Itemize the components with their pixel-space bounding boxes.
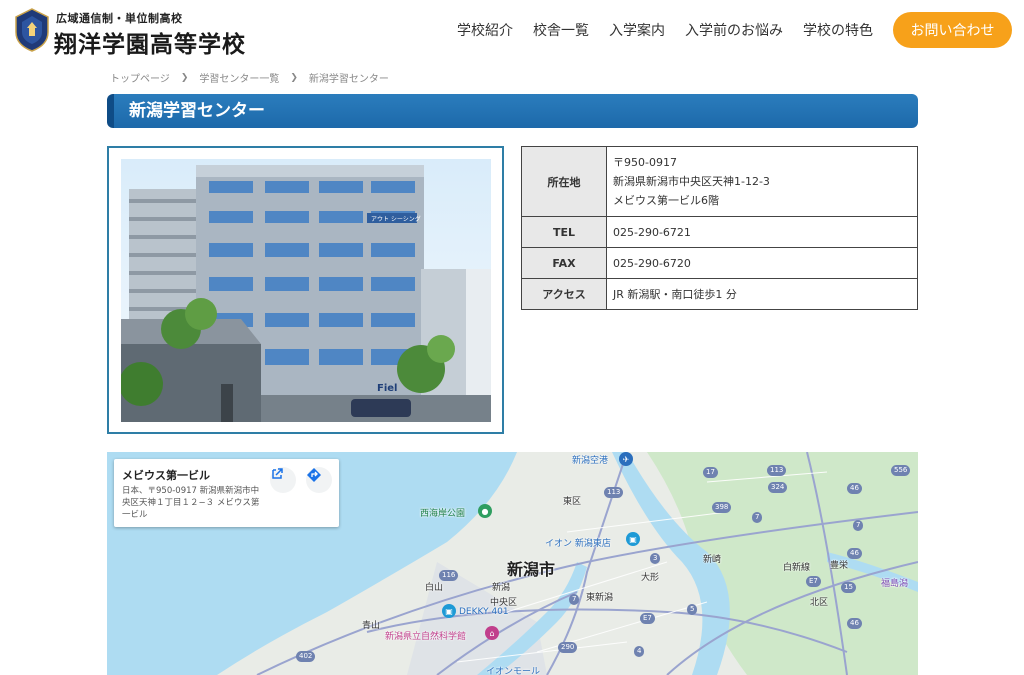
nav-school-intro[interactable]: 学校紹介 [457,20,513,40]
open-in-maps-button[interactable] [270,467,296,493]
building-photo-frame: アウト シーシング Fiel [107,146,504,434]
map-label-higashi-ku: 東区 [563,497,582,507]
place-address: 日本、〒950-0917 新潟県新潟市中央区天神１丁目１２−３ メビウス第一ビル [122,486,260,520]
center-info-table: 所在地 〒950-0917 新潟県新潟市中央区天神1-12-3 メビウス第一ビル… [521,146,918,310]
logo-school-name: 翔洋学園高等学校 [54,32,246,58]
map-label-ogata: 大形 [641,573,660,583]
map-label-higashi-niigata: 東新潟 [586,593,614,603]
map-label-aoyama: 青山 [362,621,381,631]
map-label-niigata-city: 新潟市 [507,560,556,579]
map-label-niizaki: 新崎 [703,555,722,565]
route-shield: 113 [604,487,624,498]
access-label: アクセス [521,278,607,310]
building-sign-text: アウト シーシング [371,215,421,223]
route-shield: 46 [847,618,862,629]
nav-campus-list[interactable]: 校舎一覧 [533,20,589,40]
school-logo[interactable]: 広域通信制・単位制高校 翔洋学園高等学校 [12,6,252,58]
route-shield: E7 [640,613,655,624]
table-row-fax: FAX 025-290-6720 [521,247,918,279]
directions-button[interactable] [306,467,332,493]
site-header: 広域通信制・単位制高校 翔洋学園高等学校 学校紹介 校舎一覧 入学案内 入学前の… [0,0,1024,62]
fax-value: 025-290-6720 [606,247,918,279]
map-label-hakusan: 白山 [425,583,444,593]
table-row-access: アクセス JR 新潟駅・南口徒歩1 分 [521,278,918,310]
route-shield: 290 [558,642,578,653]
store-sign-text: Fiel [377,383,397,394]
address-label: 所在地 [521,146,607,217]
google-map[interactable]: メビウス第一ビル 日本、〒950-0917 新潟県新潟市中央区天神１丁目１２−３… [107,452,918,675]
route-shield: 113 [767,465,787,476]
chevron-right-icon: ❯ [290,72,298,83]
contact-button[interactable]: お問い合わせ [893,12,1012,48]
map-label-airport: 新潟空港 [572,456,609,466]
route-shield: 556 [891,465,911,476]
map-label-dekky401: DEKKY 401 [459,607,509,617]
map-label-aeon-mall: イオンモール [486,667,541,675]
building-photo: アウト シーシング Fiel [121,159,491,422]
breadcrumb-current: 新潟学習センター [308,74,389,85]
route-shield: 17 [703,467,718,478]
table-row-tel: TEL 025-290-6721 [521,216,918,248]
route-shield: 324 [768,482,788,493]
map-label-toyosaka: 豊栄 [830,561,849,571]
address-line: 新潟県新潟市中央区天神1-12-3 [613,175,770,188]
museum-icon: ⌂ [485,626,499,640]
nav-admission[interactable]: 入学案内 [609,20,665,40]
route-shield: 46 [847,548,862,559]
table-row-address: 所在地 〒950-0917 新潟県新潟市中央区天神1-12-3 メビウス第一ビル… [521,146,918,217]
map-label-kita-ku: 北区 [810,598,829,608]
postal-code: 〒950-0917 [613,156,677,169]
school-emblem-icon [15,8,49,52]
place-name: メビウス第一ビル [122,469,210,482]
route-shield: 15 [841,582,856,593]
tel-value[interactable]: 025-290-6721 [606,216,918,248]
nav-features[interactable]: 学校の特色 [803,20,873,40]
airport-icon: ✈ [619,452,633,466]
directions-icon [307,468,321,482]
map-label-aeon-higashi: イオン 新潟東店 [545,539,611,549]
building-name: メビウス第一ビル6階 [613,194,719,207]
park-icon: ● [478,504,492,518]
breadcrumb-center-list[interactable]: 学習センター一覧 [199,70,279,85]
breadcrumb: トップページ ❯ 学習センター一覧 ❯ 新潟学習センター [110,70,389,86]
tel-label: TEL [521,216,607,248]
nav-pre-enroll-concerns[interactable]: 入学前のお悩み [685,20,783,40]
fax-label: FAX [521,247,607,279]
map-label-shirashin-line: 白新線 [783,563,811,573]
route-shield: 402 [296,651,316,662]
external-link-icon [272,468,283,479]
page-title: 新潟学習センター [107,94,918,128]
map-label-nishikaigan-park: 西海岸公園 [420,509,466,519]
place-info-card: メビウス第一ビル 日本、〒950-0917 新潟県新潟市中央区天神１丁目１２−３… [114,459,339,527]
logo-subtitle: 広域通信制・単位制高校 [56,12,183,25]
shopping-icon: ▣ [626,532,640,546]
map-label-science-museum: 新潟県立自然科学館 [385,632,467,642]
access-value: JR 新潟駅・南口徒歩1 分 [606,278,918,310]
map-label-fukushimagata: 福島潟 [881,579,909,589]
breadcrumb-home[interactable]: トップページ [110,70,170,85]
route-shield: 398 [712,502,732,513]
main-nav: 学校紹介 校舎一覧 入学案内 入学前のお悩み 学校の特色 お問い合わせ [457,12,1012,48]
route-shield: E7 [806,576,821,587]
route-shield: 46 [847,483,862,494]
shopping-icon: ▣ [442,604,456,618]
address-value: 〒950-0917 新潟県新潟市中央区天神1-12-3 メビウス第一ビル6階 [606,146,918,217]
route-shield: 116 [439,570,459,581]
chevron-right-icon: ❯ [180,72,189,83]
map-label-niigata-station: 新潟 [492,583,511,593]
